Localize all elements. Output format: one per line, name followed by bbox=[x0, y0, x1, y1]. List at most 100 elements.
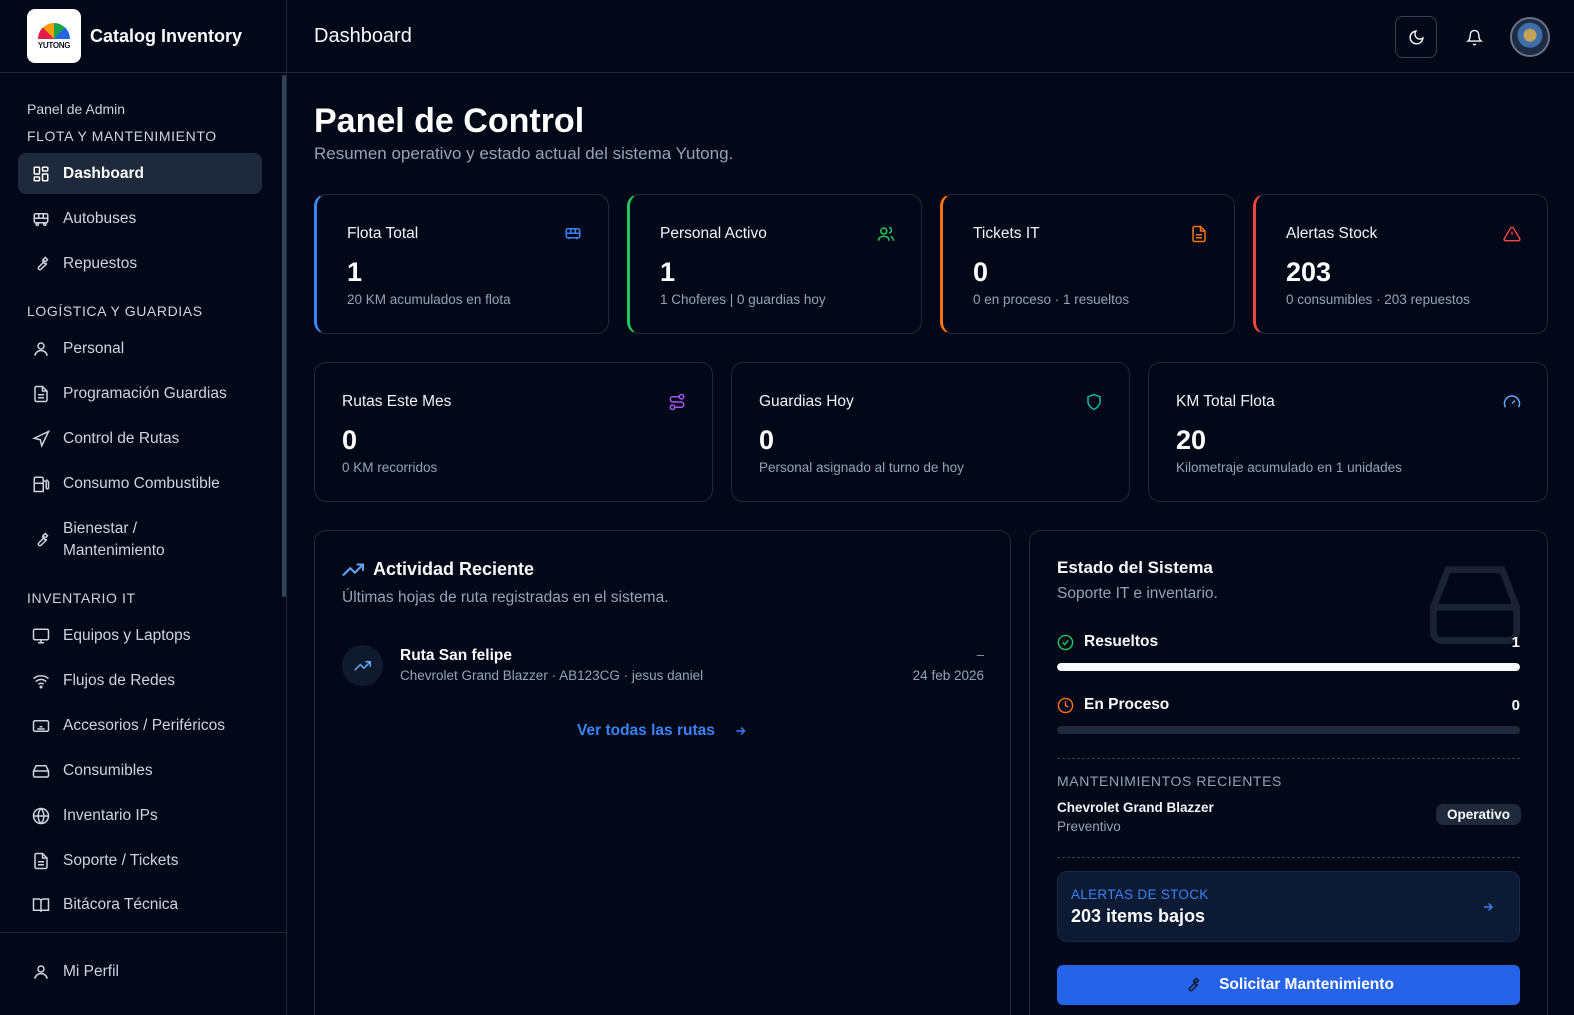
stat-card-guardias-hoy: Guardias Hoy 0 Personal asignado al turn… bbox=[731, 362, 1130, 502]
sidebar-item-bienestar[interactable]: Bienestar / Mantenimiento bbox=[18, 517, 262, 563]
bus-icon bbox=[565, 228, 581, 240]
sidebar-item-inventario-ips[interactable]: Inventario IPs bbox=[18, 795, 262, 836]
arrow-right-icon bbox=[1483, 903, 1494, 911]
sidebar-scrollbar[interactable] bbox=[282, 75, 286, 597]
stat-card-personal-activo: Personal Activo 1 1 Choferes | 0 guardia… bbox=[627, 194, 922, 334]
document-icon bbox=[34, 385, 48, 402]
sidebar-item-soporte-tickets[interactable]: Soporte / Tickets bbox=[18, 840, 262, 881]
stat-value: 20 bbox=[1176, 425, 1207, 455]
sidebar-item-personal[interactable]: Personal bbox=[18, 328, 262, 369]
sidebar-item-equipos[interactable]: Equipos y Laptops bbox=[18, 615, 262, 656]
notifications-button[interactable] bbox=[1453, 16, 1495, 58]
sidebar-item-bitacora[interactable]: Bitácora Técnica bbox=[18, 884, 262, 925]
system-status-card: Estado del Sistema Soporte IT e inventar… bbox=[1029, 530, 1548, 1015]
sidebar-item-mi-perfil[interactable]: Mi Perfil bbox=[18, 951, 262, 992]
view-all-routes-link[interactable]: Ver todas las rutas bbox=[577, 722, 748, 740]
stat-desc: 0 en proceso · 1 resueltos bbox=[973, 292, 1130, 307]
request-maintenance-label: Solicitar Mantenimiento bbox=[1219, 976, 1394, 993]
check-circle-icon bbox=[1057, 634, 1074, 650]
moon-icon bbox=[1409, 29, 1424, 44]
divider bbox=[1057, 758, 1520, 759]
user-icon bbox=[34, 341, 48, 356]
wrench-icon bbox=[37, 532, 49, 547]
sidebar-item-accesorios[interactable]: Accesorios / Periféricos bbox=[18, 705, 262, 746]
sidebar-item-control-rutas[interactable]: Control de Rutas bbox=[18, 418, 262, 459]
app-title: Catalog Inventory bbox=[90, 25, 243, 46]
sidebar-item-label: Personal bbox=[63, 339, 125, 357]
route-icon bbox=[669, 393, 685, 411]
metric-label: En Proceso bbox=[1084, 696, 1170, 713]
divider bbox=[1057, 857, 1520, 858]
file-icon bbox=[1192, 225, 1206, 243]
theme-toggle-button[interactable] bbox=[1395, 16, 1437, 58]
stat-card-flota-total: Flota Total 1 20 KM acumulados en flota bbox=[314, 194, 609, 334]
maintenance-type: Preventivo bbox=[1057, 819, 1121, 834]
sidebar-item-consumibles[interactable]: Consumibles bbox=[18, 750, 262, 791]
sidebar-item-label: Control de Rutas bbox=[63, 429, 180, 447]
sidebar-item-label: Flujos de Redes bbox=[63, 671, 176, 689]
stat-desc: 1 Choferes | 0 guardias hoy bbox=[660, 292, 826, 307]
metric-label: Resueltos bbox=[1084, 633, 1159, 650]
alert-triangle-icon bbox=[1503, 226, 1521, 242]
sidebar-item-consumo-combustible[interactable]: Consumo Combustible bbox=[18, 463, 262, 504]
page-subtitle: Resumen operativo y estado actual del si… bbox=[314, 144, 734, 163]
sidebar-item-autobuses[interactable]: Autobuses bbox=[18, 198, 262, 239]
bell-icon bbox=[1465, 29, 1483, 45]
metric-value: 1 bbox=[1511, 633, 1520, 651]
sidebar-item-label: Repuestos bbox=[63, 254, 138, 272]
stat-label: Tickets IT bbox=[973, 225, 1040, 242]
stat-label: Guardias Hoy bbox=[759, 393, 854, 410]
stat-desc: Personal asignado al turno de hoy bbox=[759, 460, 964, 475]
sidebar-item-label: Dashboard bbox=[63, 164, 144, 182]
stat-card-alertas-stock: Alertas Stock 203 0 consumibles · 203 re… bbox=[1253, 194, 1548, 334]
resolved-progress bbox=[1057, 663, 1520, 671]
maintenance-vehicle: Chevrolet Grand Blazzer bbox=[1057, 800, 1214, 815]
page-name: Dashboard bbox=[314, 25, 412, 47]
stat-label: KM Total Flota bbox=[1176, 393, 1275, 410]
document-icon bbox=[34, 852, 48, 869]
wrench-icon bbox=[1188, 977, 1200, 992]
sidebar-item-label: Mi Perfil bbox=[63, 962, 119, 980]
navigation-icon bbox=[32, 429, 50, 448]
section-flota: FLOTA Y MANTENIMIENTO bbox=[27, 128, 217, 144]
stat-value: 203 bbox=[1286, 257, 1332, 287]
metric-resolved: Resueltos 1 bbox=[1057, 633, 1520, 651]
sidebar-item-label: Bitácora Técnica bbox=[63, 895, 179, 913]
sidebar-item-programacion-guardias[interactable]: Programación Guardias bbox=[18, 373, 262, 414]
wrench-icon bbox=[37, 255, 49, 270]
stat-desc: 0 consumibles · 203 repuestos bbox=[1286, 292, 1470, 307]
stat-label: Rutas Este Mes bbox=[342, 393, 452, 410]
stock-alert-link[interactable]: ALERTAS DE STOCK 203 items bajos bbox=[1057, 871, 1520, 942]
arrow-right-icon bbox=[736, 727, 746, 735]
clock-icon bbox=[1057, 697, 1074, 713]
section-inventario: INVENTARIO IT bbox=[27, 590, 136, 606]
logo-text: YUTONG bbox=[37, 40, 71, 50]
stock-alert-heading: ALERTAS DE STOCK bbox=[1071, 887, 1209, 902]
topbar: Dashboard bbox=[287, 0, 1574, 73]
sidebar-item-repuestos[interactable]: Repuestos bbox=[18, 243, 262, 284]
dashboard-icon bbox=[33, 166, 49, 181]
sidebar-item-dashboard[interactable]: Dashboard bbox=[18, 153, 262, 194]
stat-label: Personal Activo bbox=[660, 225, 767, 242]
sidebar-item-flujos-redes[interactable]: Flujos de Redes bbox=[18, 660, 262, 701]
request-maintenance-button[interactable]: Solicitar Mantenimiento bbox=[1057, 965, 1520, 1005]
stat-value: 1 bbox=[660, 257, 676, 287]
user-avatar[interactable] bbox=[1510, 17, 1550, 57]
sidebar-caption: Panel de Admin bbox=[27, 101, 126, 117]
sidebar-footer: Mi Perfil bbox=[0, 932, 287, 1015]
brand[interactable]: YUTONG Catalog Inventory bbox=[0, 0, 286, 73]
globe-icon bbox=[32, 807, 50, 824]
system-subtitle: Soporte IT e inventario. bbox=[1057, 585, 1218, 602]
user-icon bbox=[34, 964, 48, 979]
activity-card: Actividad Reciente Últimas hojas de ruta… bbox=[314, 530, 1011, 1015]
page-title: Panel de Control bbox=[314, 102, 585, 140]
sidebar-item-label: Programación Guardias bbox=[63, 384, 227, 402]
yutong-logo: YUTONG bbox=[27, 9, 81, 63]
stat-label: Alertas Stock bbox=[1286, 225, 1378, 242]
sidebar: YUTONG Catalog Inventory Panel de Admin … bbox=[0, 0, 287, 1015]
sidebar-item-label: Equipos y Laptops bbox=[63, 626, 191, 644]
sidebar-item-label: Consumo Combustible bbox=[63, 474, 220, 492]
shield-icon bbox=[1087, 393, 1101, 411]
in-progress-progress bbox=[1057, 726, 1520, 734]
drive-icon bbox=[32, 764, 50, 778]
